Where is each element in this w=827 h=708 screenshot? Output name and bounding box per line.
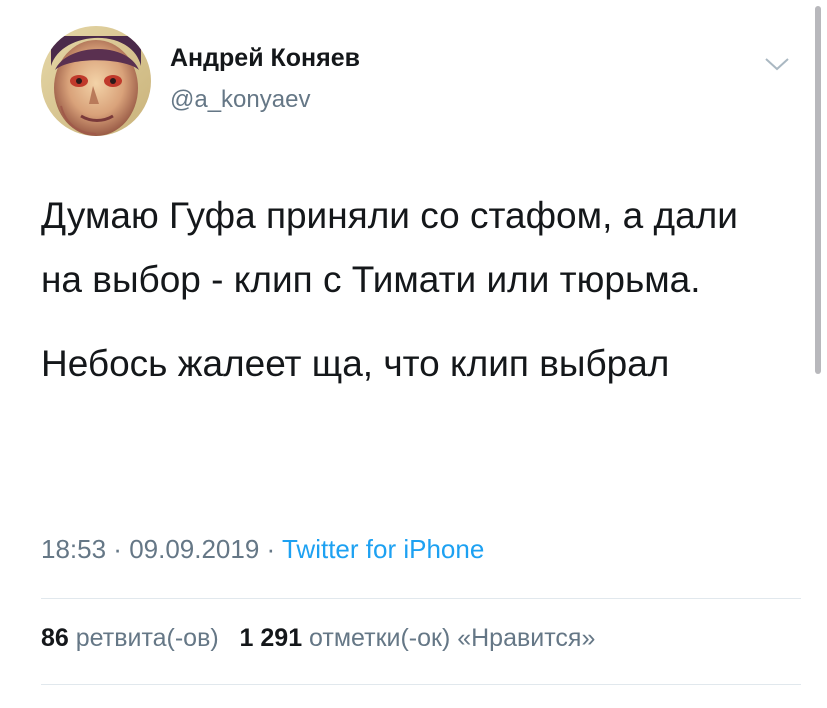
meta-separator: · bbox=[259, 534, 282, 564]
likes-count: 1 291 bbox=[239, 624, 303, 652]
tweet-meta: 18:53 · 09.09.2019 · Twitter for iPhone bbox=[41, 534, 484, 565]
tweet-date[interactable]: 09.09.2019 bbox=[129, 534, 259, 564]
retweets-stat[interactable]: 86 ретвита(-ов) bbox=[41, 624, 219, 652]
retweets-label: ретвита(-ов) bbox=[75, 624, 219, 652]
tweet-detail: Андрей Коняев @a_konyaev Думаю Гуфа прин… bbox=[0, 0, 827, 708]
author-handle[interactable]: @a_konyaev bbox=[170, 86, 310, 114]
avatar[interactable] bbox=[41, 26, 151, 136]
meta-separator: · bbox=[106, 534, 130, 564]
likes-label: отметки(-ок) «Нравится» bbox=[309, 624, 596, 652]
avatar-image bbox=[41, 26, 151, 136]
tweet-time[interactable]: 18:53 bbox=[41, 534, 106, 564]
author-display-name[interactable]: Андрей Коняев bbox=[170, 44, 360, 73]
tweet-source-link[interactable]: Twitter for iPhone bbox=[282, 534, 484, 564]
tweet-paragraph: Небось жалеет ща, что клип выбрал bbox=[41, 343, 670, 384]
chevron-down-icon[interactable] bbox=[764, 56, 790, 72]
likes-stat[interactable]: 1 291 отметки(-ок) «Нравится» bbox=[240, 624, 596, 652]
tweet-stats: 86 ретвита(-ов) 1 291 отметки(-ок) «Нрав… bbox=[41, 624, 595, 653]
divider bbox=[41, 598, 801, 599]
divider bbox=[41, 684, 801, 685]
tweet-paragraph: Думаю Гуфа приняли со стафом, а дали на … bbox=[41, 195, 738, 300]
retweets-count: 86 bbox=[41, 624, 69, 652]
scrollbar[interactable] bbox=[815, 6, 821, 374]
tweet-text: Думаю Гуфа приняли со стафом, а дали на … bbox=[41, 184, 781, 396]
